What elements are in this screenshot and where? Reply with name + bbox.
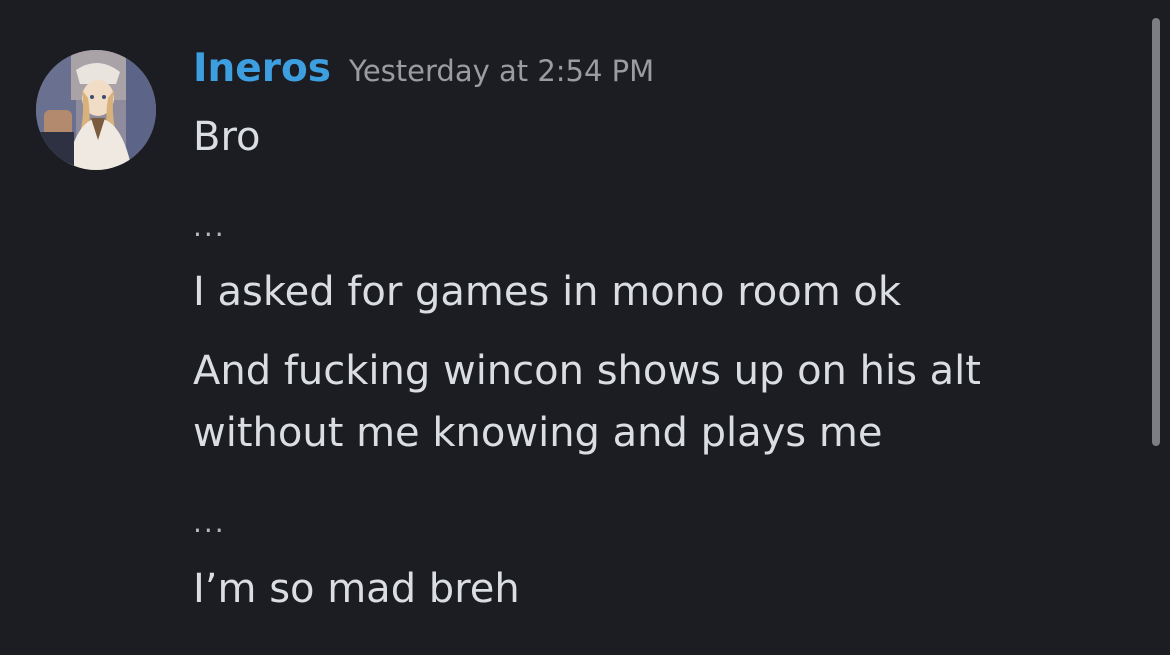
message-line-ellipsis: ...	[193, 506, 226, 539]
message-line: without me knowing and plays me	[193, 410, 883, 456]
message-line: I’m so mad breh	[193, 566, 520, 612]
message-header: Ineros Yesterday at 2:54 PM	[193, 46, 654, 102]
message-line: I asked for games in mono room ok	[193, 269, 902, 315]
message-line: And fucking wincon shows up on his alt	[193, 348, 981, 394]
message-timestamp: Yesterday at 2:54 PM	[348, 54, 655, 88]
message-line-ellipsis: ...	[193, 210, 226, 243]
message-line: Bro	[193, 114, 261, 160]
chat-message: Ineros Yesterday at 2:54 PM Bro ... I ask…	[0, 0, 1150, 655]
avatar-image	[36, 50, 156, 170]
scrollbar[interactable]	[1152, 18, 1160, 446]
author-name[interactable]: Ineros	[193, 46, 331, 91]
user-avatar[interactable]	[36, 50, 156, 170]
